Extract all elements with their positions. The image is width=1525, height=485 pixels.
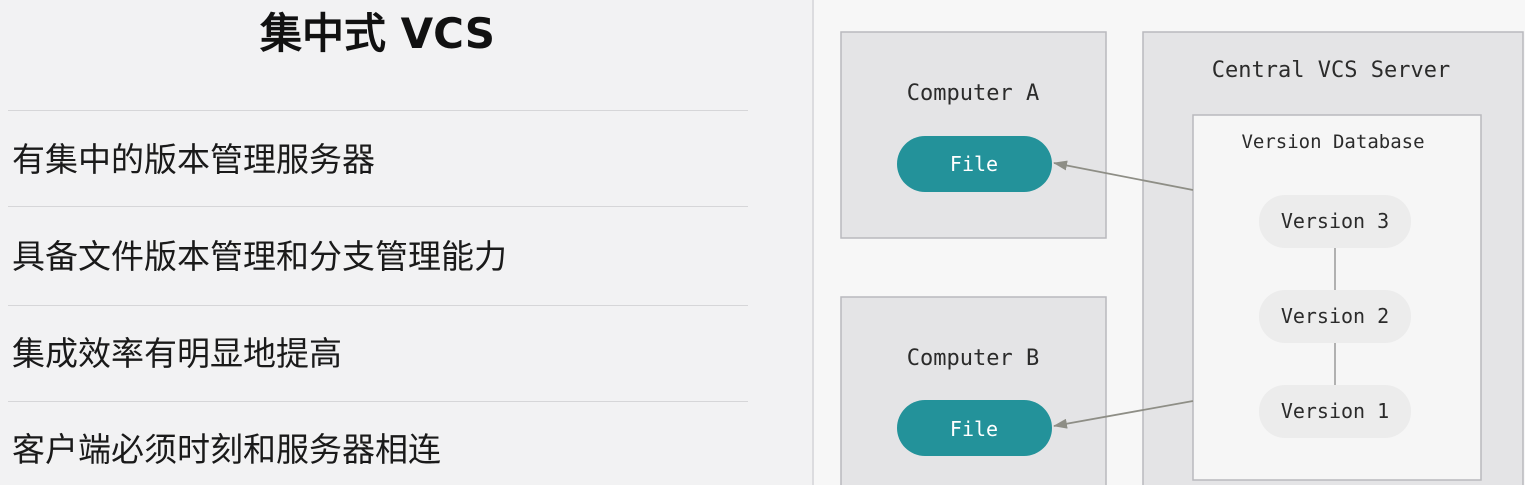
divider [8,206,748,207]
version-database-label: Version Database [1241,131,1424,153]
version-2-label: Version 2 [1281,304,1389,328]
computer-b-box [840,296,1107,485]
diagram-svg: Computer A File Computer B File Central … [840,31,1524,485]
slide-title: 集中式 VCS [260,9,495,58]
version-1-label: Version 1 [1281,399,1389,423]
central-server-label: Central VCS Server [1212,58,1450,83]
slide: 集中式 VCS 有集中的版本管理服务器 具备文件版本管理和分支管理能力 集成效率… [0,0,1525,485]
vcs-diagram: Computer A File Computer B File Central … [814,0,1525,485]
bullet-item: 具备文件版本管理和分支管理能力 [12,237,507,276]
computer-a-file-label: File [950,152,998,176]
divider [8,401,748,402]
bullet-item: 有集中的版本管理服务器 [12,140,375,179]
divider [8,110,748,111]
computer-a-box [840,31,1107,239]
computer-b-file-label: File [950,417,998,441]
computer-a-label: Computer A [907,81,1039,106]
divider [8,305,748,306]
bullet-item: 集成效率有明显地提高 [12,334,342,373]
text-panel: 集中式 VCS 有集中的版本管理服务器 具备文件版本管理和分支管理能力 集成效率… [0,0,750,485]
computer-b-label: Computer B [907,346,1039,371]
bullet-item: 客户端必须时刻和服务器相连 [12,430,441,469]
version-3-label: Version 3 [1281,209,1389,233]
